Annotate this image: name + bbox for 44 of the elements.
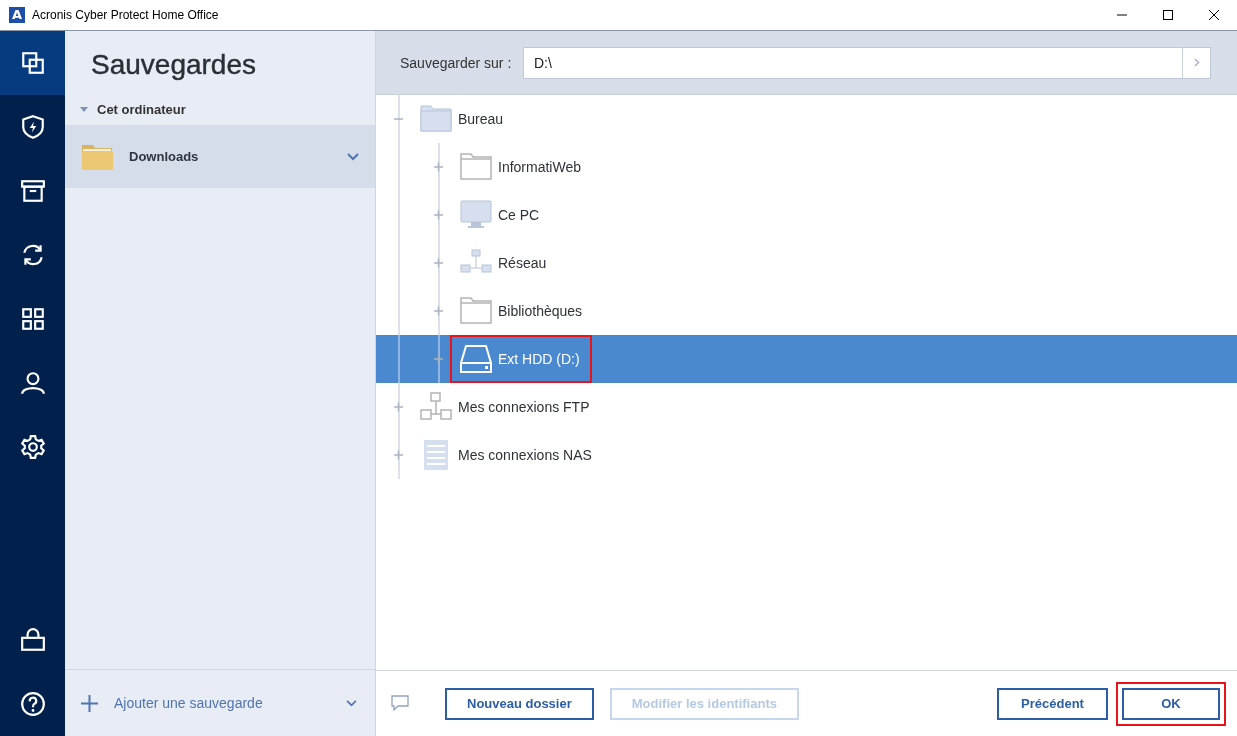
- window-title: Acronis Cyber Protect Home Office: [32, 8, 220, 22]
- new-folder-button[interactable]: Nouveau dossier: [445, 687, 594, 720]
- backup-item[interactable]: Downloads: [65, 125, 375, 188]
- tree-item[interactable]: Ext HDD (D:): [376, 335, 1237, 383]
- section-label: Cet ordinateur: [97, 101, 186, 117]
- panel-title: Sauvegardes: [90, 48, 257, 82]
- add-backup-link[interactable]: Ajouter une sauvegarde: [114, 695, 330, 711]
- person-icon: [19, 370, 46, 396]
- shield-icon: [19, 114, 46, 140]
- archive-icon: [19, 178, 46, 204]
- folder-icon: [420, 103, 452, 135]
- drive-icon: [460, 343, 492, 375]
- action-button[interactable]: OK: [1122, 687, 1220, 720]
- app-logo: A: [9, 7, 25, 23]
- collapse-icon[interactable]: [79, 104, 89, 114]
- bag-icon: [19, 627, 46, 653]
- tree-item[interactable]: InformatiWeb: [376, 143, 1237, 191]
- destination-label: Sauvegarder sur :: [400, 54, 513, 71]
- grid-icon: [19, 306, 46, 332]
- monitor-icon: [460, 199, 492, 231]
- go-button[interactable]: [1182, 46, 1211, 79]
- copies-icon: [19, 50, 46, 76]
- tree-item[interactable]: Bibliothèques: [376, 287, 1237, 335]
- path-field[interactable]: D:\: [523, 46, 1182, 79]
- tree-item[interactable]: Réseau: [376, 239, 1237, 287]
- nav-button[interactable]: [0, 31, 65, 95]
- folder-icon: [460, 295, 492, 327]
- chevron-icon: [347, 152, 359, 161]
- comment-icon[interactable]: [391, 695, 409, 712]
- action-button[interactable]: Précédent: [997, 687, 1108, 720]
- tree-item[interactable]: Bureau: [376, 95, 1237, 143]
- settings-icon: [19, 434, 46, 460]
- tree-item[interactable]: Mes connexions NAS: [376, 431, 1237, 479]
- tree-item[interactable]: Mes connexions FTP: [376, 383, 1237, 431]
- plus-icon[interactable]: [81, 694, 98, 712]
- help-icon: [19, 691, 46, 717]
- tree-item[interactable]: Ce PC: [376, 191, 1237, 239]
- folder-icon: [81, 142, 113, 171]
- network-icon: [420, 391, 452, 423]
- maximize-icon: [1163, 10, 1173, 20]
- chevron-icon: [1193, 58, 1200, 67]
- close-icon: [1209, 10, 1219, 20]
- chevron-icon[interactable]: [346, 699, 357, 707]
- folder-icon: [460, 151, 492, 183]
